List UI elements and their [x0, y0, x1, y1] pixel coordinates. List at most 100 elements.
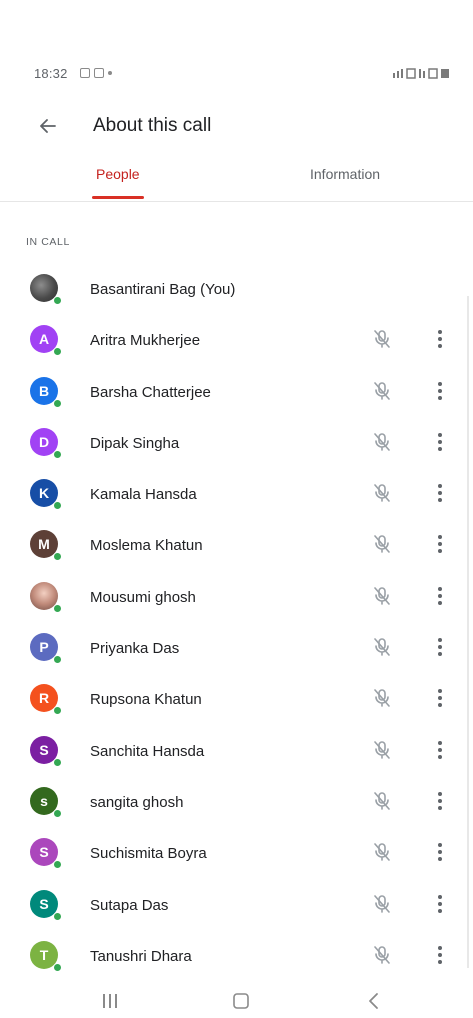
mic-off-icon	[374, 740, 390, 759]
mic-off-icon	[374, 433, 390, 451]
presence-indicator	[53, 962, 62, 972]
avatar: S	[30, 889, 62, 921]
more-vert-icon[interactable]	[430, 789, 450, 813]
participant-name: Rupsona Khatun	[90, 691, 202, 709]
notification-icon	[80, 68, 90, 78]
participant-row[interactable]: T Tanushri Dhara	[0, 931, 473, 982]
participant-row[interactable]: R Rupsona Khatun	[0, 674, 473, 725]
participant-name: Kamala Hansda	[90, 486, 197, 504]
participant-name: sangita ghosh	[90, 793, 184, 811]
page-title: About this call	[93, 115, 212, 136]
system-nav-bar	[0, 984, 473, 1018]
participant-name: Tanushri Dhara	[90, 947, 192, 965]
presence-indicator	[53, 552, 62, 562]
avatar: P	[30, 633, 62, 665]
mic-off-icon	[374, 638, 390, 656]
participant-name: Aritra Mukherjee	[90, 332, 201, 350]
participant-name: Sutapa Das	[90, 896, 169, 914]
mic-off-icon	[374, 946, 390, 964]
tab-people[interactable]: People	[92, 152, 144, 202]
mic-off-icon	[374, 894, 390, 913]
tab-bar: People Information	[0, 152, 473, 202]
recent-apps-icon[interactable]	[100, 992, 120, 1010]
mic-off-icon	[374, 330, 390, 349]
avatar: K	[30, 479, 62, 511]
avatar: S	[30, 735, 62, 767]
more-vert-icon[interactable]	[430, 635, 450, 659]
presence-indicator	[53, 296, 62, 305]
participant-name: Dipak Singha	[90, 434, 180, 452]
avatar	[30, 274, 62, 305]
more-vert-icon[interactable]	[430, 327, 450, 351]
avatar: S	[30, 838, 62, 870]
participant-row[interactable]: M Moslema Khatun	[0, 520, 473, 571]
section-label-in-call: IN CALL	[26, 236, 70, 248]
participant-row[interactable]: B Barsha Chatterjee	[0, 367, 473, 418]
participant-name: Priyanka Das	[90, 640, 180, 658]
image-icon	[94, 68, 104, 78]
participant-row[interactable]: Mousumi ghosh	[0, 572, 473, 623]
more-vert-icon[interactable]	[430, 379, 450, 403]
participant-name: Sanchita Hansda	[90, 742, 205, 760]
mic-off-icon	[374, 689, 390, 708]
presence-indicator	[53, 347, 62, 357]
more-vert-icon[interactable]	[430, 532, 450, 556]
presence-indicator	[53, 655, 62, 665]
participant-list: Basantirani Bag (You) A Aritra Mukherjee B B…	[0, 264, 473, 982]
participant-row[interactable]: S Sutapa Das	[0, 880, 473, 931]
more-vert-icon[interactable]	[430, 738, 450, 762]
home-icon[interactable]	[232, 992, 250, 1010]
participant-row[interactable]: D Dipak Singha	[0, 418, 473, 469]
app-bar: About this call	[0, 104, 473, 148]
more-vert-icon[interactable]	[430, 481, 450, 505]
participant-row[interactable]: Basantirani Bag (You)	[0, 264, 473, 315]
avatar	[30, 581, 62, 613]
participant-row[interactable]: S Sanchita Hansda	[0, 726, 473, 777]
status-time: 18:32	[34, 66, 68, 81]
avatar: B	[30, 376, 62, 408]
participant-row[interactable]: K Kamala Hansda	[0, 469, 473, 520]
avatar: D	[30, 427, 62, 459]
participant-row[interactable]: A Aritra Mukherjee	[0, 315, 473, 366]
presence-indicator	[53, 398, 62, 408]
presence-indicator	[53, 757, 62, 767]
mic-off-icon	[374, 792, 390, 810]
tab-information[interactable]: Information	[310, 152, 380, 202]
avatar: R	[30, 684, 62, 716]
scrollbar[interactable]	[467, 296, 469, 968]
more-vert-icon[interactable]	[430, 686, 450, 710]
participant-row[interactable]: S Suchismita Boyra	[0, 828, 473, 879]
participant-name: Barsha Chatterjee	[90, 383, 211, 401]
more-vert-icon[interactable]	[430, 584, 450, 608]
dot-icon	[108, 71, 112, 75]
participant-name: Basantirani Bag (You)	[90, 281, 236, 298]
avatar: s	[30, 786, 62, 818]
signal-battery-icon	[393, 68, 449, 79]
mic-off-icon	[374, 381, 390, 400]
participant-row[interactable]: P Priyanka Das	[0, 623, 473, 674]
more-vert-icon[interactable]	[430, 840, 450, 864]
more-vert-icon[interactable]	[430, 430, 450, 454]
notification-icons	[80, 68, 112, 78]
presence-indicator	[53, 808, 62, 818]
presence-indicator	[53, 603, 62, 613]
nav-back-icon[interactable]	[366, 991, 382, 1011]
participant-row[interactable]: s sangita ghosh	[0, 777, 473, 828]
participant-name: Moslema Khatun	[90, 537, 203, 555]
presence-indicator	[53, 706, 62, 716]
mic-off-icon	[374, 535, 390, 554]
system-icons	[391, 67, 451, 82]
participant-name: Suchismita Boyra	[90, 845, 207, 863]
avatar: M	[30, 530, 62, 562]
mic-off-icon	[374, 586, 390, 605]
mic-off-icon	[374, 484, 390, 502]
mic-off-icon	[374, 843, 390, 862]
participant-name: Mousumi ghosh	[90, 588, 196, 606]
more-vert-icon[interactable]	[430, 892, 450, 916]
presence-indicator	[53, 501, 62, 511]
back-button[interactable]	[30, 108, 66, 144]
avatar: A	[30, 325, 62, 357]
avatar: T	[30, 940, 62, 972]
more-vert-icon[interactable]	[430, 943, 450, 967]
presence-indicator	[53, 911, 62, 921]
